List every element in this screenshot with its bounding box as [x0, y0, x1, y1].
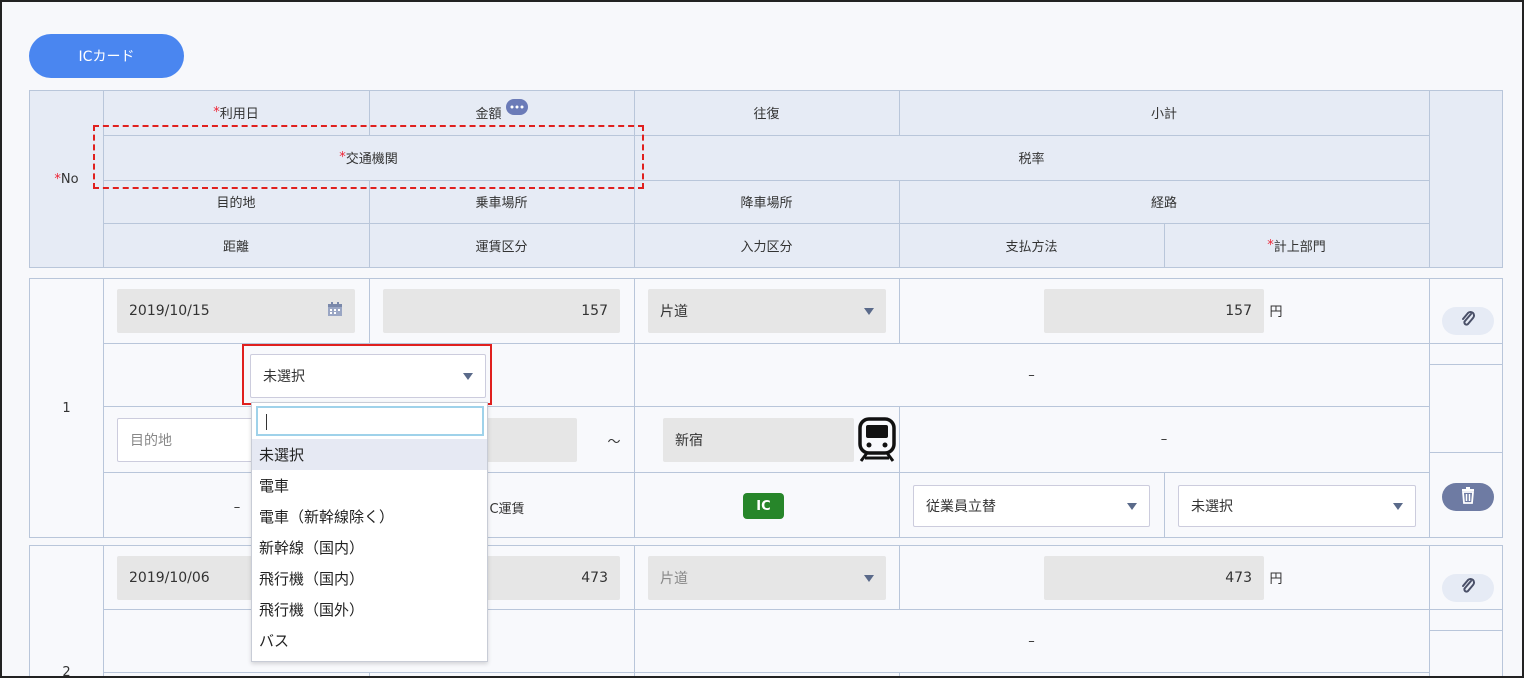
currency-label: 円	[1269, 304, 1283, 320]
alighting-input[interactable]: 新宿	[663, 418, 854, 462]
subtotal-input: 473	[1044, 556, 1264, 600]
header-alighting: 降車場所	[740, 196, 793, 211]
currency-label: 円	[1269, 571, 1283, 587]
header-fare-type: 運賃区分	[475, 240, 528, 255]
dropdown-option[interactable]: 新幹線（国内）	[252, 532, 487, 563]
tax-rate-value: –	[1028, 367, 1035, 383]
boarding-input[interactable]	[482, 418, 577, 462]
header-input-type: 入力区分	[740, 240, 793, 255]
amount-input[interactable]: 157	[383, 289, 620, 333]
header-subtotal: 小計	[1150, 107, 1177, 122]
train-icon[interactable]	[855, 416, 899, 462]
trip-select[interactable]: 片道	[648, 289, 886, 333]
department-select[interactable]: 未選択	[1178, 485, 1416, 527]
delete-button[interactable]	[1442, 483, 1494, 511]
header-distance: 距離	[222, 240, 249, 255]
dropdown-option[interactable]: 飛行機（国内）	[252, 563, 487, 594]
header-department: * 計上部門	[1267, 238, 1326, 255]
chevron-down-icon	[1127, 502, 1137, 510]
subtotal-input: 157	[1044, 289, 1264, 333]
expense-form-frame: ICカード * No * 利用日 金額 往復 小計 * 交通機関 税率 目的地 乗車場…	[0, 0, 1524, 678]
header-payment: 支払方法	[1005, 240, 1058, 255]
header-tax-rate: 税率	[1018, 152, 1045, 167]
trash-icon	[1460, 486, 1476, 508]
calendar-icon[interactable]	[327, 301, 343, 321]
header-route: 経路	[1150, 196, 1177, 211]
paperclip-icon	[1460, 310, 1476, 332]
header-round-trip: 往復	[753, 107, 780, 122]
chevron-down-icon	[864, 307, 874, 315]
paperclip-icon	[1460, 577, 1476, 599]
chevron-down-icon	[864, 574, 874, 582]
dropdown-search-input[interactable]	[256, 406, 484, 436]
tilde-separator: ～	[607, 434, 621, 450]
transport-dropdown: 未選択 電車 電車（新幹線除く） 新幹線（国内） 飛行機（国内） 飛行機（国外）…	[251, 402, 488, 662]
chevron-down-icon	[1393, 502, 1403, 510]
attach-button[interactable]	[1442, 307, 1494, 335]
tax-rate-value: –	[1028, 633, 1035, 649]
comment-icon[interactable]	[505, 98, 528, 115]
dropdown-option[interactable]: 電車（新幹線除く）	[252, 501, 487, 532]
fare-type-value: C運賃	[489, 501, 525, 517]
route-value: –	[1160, 432, 1168, 447]
date-input[interactable]: 2019/10/15	[117, 289, 355, 333]
row-number: 2	[62, 664, 71, 678]
dropdown-option[interactable]: 電車	[252, 470, 487, 501]
transport-select-highlight	[242, 344, 492, 405]
ic-card-button[interactable]: ICカード	[29, 34, 184, 78]
ic-badge: IC	[743, 493, 784, 519]
row-number: 1	[62, 400, 71, 416]
dropdown-option[interactable]: 飛行機（国外）	[252, 594, 487, 625]
transport-header-highlight	[93, 125, 644, 189]
trip-select[interactable]: 片道	[648, 556, 886, 600]
attach-button[interactable]	[1442, 574, 1494, 602]
dropdown-option[interactable]: 未選択	[252, 439, 487, 470]
dropdown-option[interactable]: バス	[252, 625, 487, 656]
destination-input[interactable]: 目的地	[117, 418, 257, 462]
payment-select[interactable]: 従業員立替	[913, 485, 1150, 527]
